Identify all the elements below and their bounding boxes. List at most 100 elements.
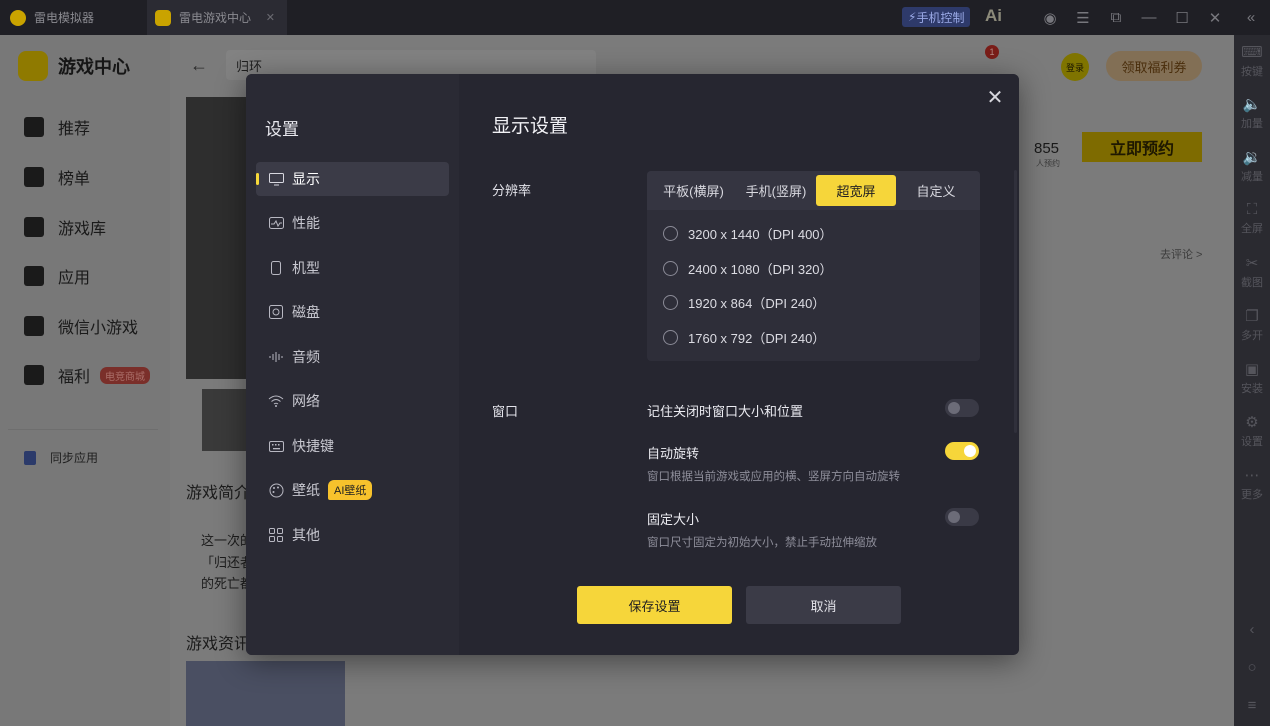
settings-dialog: 设置 显示 性能 机型 磁盘 音频 网络 快捷键 壁纸 AI壁纸 其他 显示设置… — [246, 74, 1019, 655]
scrollbar[interactable] — [1014, 170, 1017, 433]
wechat-games-icon — [24, 316, 44, 336]
brand-title: 游戏中心 — [58, 57, 130, 77]
auto-rotate-toggle[interactable] — [945, 442, 979, 460]
tab-phone-portrait[interactable]: 手机(竖屏) — [736, 175, 816, 206]
tab-custom[interactable]: 自定义 — [896, 175, 976, 206]
close-tab-icon[interactable]: ✕ — [266, 11, 275, 24]
login-button[interactable]: 登录 — [1061, 53, 1089, 81]
restore-window-icon[interactable]: ⧉ — [1101, 0, 1131, 35]
resolution-option[interactable]: 2400 x 1080（DPI 320） — [663, 259, 833, 278]
tab-emulator-label: 雷电模拟器 — [34, 11, 95, 25]
settings-nav-display[interactable]: 显示 — [256, 162, 449, 196]
remember-window-toggle[interactable] — [945, 399, 979, 417]
settings-nav-shortcuts[interactable]: 快捷键 — [256, 429, 449, 463]
sidebar-item-label: 微信小游戏 — [58, 320, 139, 337]
more-button[interactable]: ⋯ 更多 — [1234, 466, 1270, 502]
home-icon — [24, 117, 44, 137]
go-comment-link[interactable]: 去评论 > — [1160, 246, 1202, 262]
sidebar-item-game-library[interactable]: 游戏库 — [24, 215, 106, 239]
tab-tablet-landscape[interactable]: 平板(横屏) — [651, 175, 736, 206]
menu-icon[interactable]: ☰ — [1068, 0, 1098, 35]
volume-down-button[interactable]: 🔉 减量 — [1234, 148, 1270, 184]
emulator-logo-icon — [10, 9, 26, 26]
resolution-option[interactable]: 1760 x 792（DPI 240） — [663, 328, 825, 347]
account-icon[interactable]: ◉ — [1035, 0, 1065, 35]
divider — [8, 429, 158, 430]
settings-nav-device-model[interactable]: 机型 — [256, 251, 449, 285]
audio-icon — [268, 349, 284, 365]
back-arrow-icon[interactable]: ← — [190, 55, 208, 76]
sync-apps-label: 同步应用 — [50, 451, 99, 465]
settings-nav-other[interactable]: 其他 — [256, 518, 449, 552]
radio-button[interactable] — [663, 295, 678, 310]
sidebar-item-apps[interactable]: 应用 — [24, 264, 90, 288]
reserve-count-sub: 人预约 — [1036, 159, 1060, 168]
news-thumbnail[interactable] — [186, 661, 345, 726]
settings-button[interactable]: ⚙ 设置 — [1234, 413, 1270, 449]
download-count-badge: 1 — [985, 45, 999, 59]
close-window-icon[interactable]: ✕ — [1200, 0, 1230, 35]
sidebar-item-ranking[interactable]: 榜单 — [24, 165, 90, 189]
palette-icon — [268, 482, 284, 498]
tab-emulator[interactable]: 雷电模拟器 — [10, 0, 145, 35]
radio-button[interactable] — [663, 261, 678, 276]
radio-button[interactable] — [663, 226, 678, 241]
settings-nav-wallpaper[interactable]: 壁纸 AI壁纸 — [256, 473, 449, 507]
sidebar-item-label: 游戏库 — [58, 221, 107, 238]
keyboard-icon: ⌨ — [1241, 44, 1263, 61]
resolution-label: 分辨率 — [492, 183, 532, 198]
resolution-option[interactable]: 3200 x 1440（DPI 400） — [663, 224, 833, 243]
apps-grid-icon — [24, 266, 44, 286]
tab-game-center-label: 雷电游戏中心 — [179, 11, 252, 25]
fullscreen-button[interactable]: ⛶ 全屏 — [1234, 201, 1270, 236]
sidebar-item-label: 应用 — [58, 270, 91, 287]
back-nav-icon[interactable]: ‹ — [1234, 621, 1270, 640]
disk-icon — [268, 304, 284, 320]
bar-chart-icon — [24, 167, 44, 187]
phone-control-button[interactable]: ⚡ 手机控制 — [902, 7, 971, 27]
volume-down-icon: 🔉 — [1242, 149, 1262, 166]
sidebar-item-recommend[interactable]: 推荐 — [24, 115, 90, 139]
sync-apps-button[interactable]: 同步应用 — [24, 449, 98, 466]
minimize-icon[interactable]: — — [1134, 0, 1164, 35]
sidebar-item-wechat-games[interactable]: 微信小游戏 — [24, 314, 138, 338]
keymap-button[interactable]: ⌨ 按键 — [1234, 43, 1270, 79]
tab-game-center[interactable]: 雷电游戏中心 ✕ — [147, 0, 287, 35]
coupon-button[interactable]: 领取福利券 — [1106, 51, 1202, 81]
settings-nav-network[interactable]: 网络 — [256, 384, 449, 418]
resolution-option[interactable]: 1920 x 864（DPI 240） — [663, 293, 825, 312]
toggle-knob — [948, 511, 960, 523]
toggle-knob — [948, 402, 960, 414]
sync-icon — [24, 450, 36, 465]
close-dialog-icon[interactable]: ✕ — [985, 88, 1005, 108]
cancel-button[interactable]: 取消 — [746, 586, 901, 624]
phone-control-label: 手机控制 — [916, 10, 965, 25]
ai-button[interactable]: Ai — [985, 6, 1002, 26]
settings-nav-disk[interactable]: 磁盘 — [256, 295, 449, 329]
sidebar-item-label: 榜单 — [58, 171, 91, 188]
settings-nav-label: 网络 — [292, 393, 320, 409]
settings-nav-audio[interactable]: 音频 — [256, 340, 449, 374]
save-settings-button[interactable]: 保存设置 — [577, 586, 732, 624]
toggle-knob — [964, 445, 976, 457]
gear-icon: ⚙ — [1245, 414, 1259, 431]
install-button[interactable]: ▣ 安装 — [1234, 360, 1270, 396]
reserve-button[interactable]: 立即预约 — [1082, 132, 1202, 162]
title-bar: 雷电模拟器 雷电游戏中心 ✕ ⚡ 手机控制 Ai ◉ ☰ ⧉ — ☐ ✕ « — [0, 0, 1270, 35]
home-nav-icon[interactable]: ○ — [1234, 659, 1270, 678]
radio-button[interactable] — [663, 330, 678, 345]
tab-ultrawide[interactable]: 超宽屏 — [816, 175, 896, 206]
fixed-size-toggle[interactable] — [945, 508, 979, 526]
resolution-option-label: 1920 x 864（DPI 240） — [688, 296, 826, 311]
recent-apps-icon[interactable]: ≡ — [1234, 697, 1270, 716]
collapse-dock-icon[interactable]: « — [1236, 0, 1266, 35]
sidebar-item-welfare[interactable]: 福利 电竞商城 — [24, 363, 151, 387]
settings-nav-label: 其他 — [292, 527, 320, 543]
maximize-icon[interactable]: ☐ — [1167, 0, 1197, 35]
volume-up-button[interactable]: 🔈 加量 — [1234, 95, 1270, 131]
screenshot-button[interactable]: ✂ 截图 — [1234, 254, 1270, 290]
grid-icon — [268, 527, 284, 543]
wifi-icon — [268, 393, 284, 409]
settings-nav-performance[interactable]: 性能 — [256, 206, 449, 240]
multi-instance-button[interactable]: ❐ 多开 — [1234, 307, 1270, 343]
